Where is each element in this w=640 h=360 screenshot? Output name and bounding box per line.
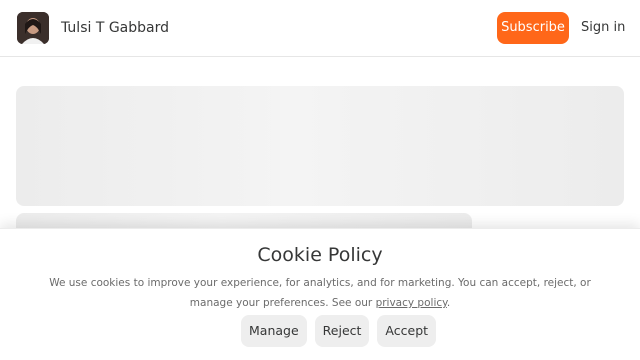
loading-placeholder-hero: [16, 86, 624, 206]
subscribe-button[interactable]: Subscribe: [497, 12, 569, 44]
cookie-banner-title: Cookie Policy: [257, 244, 383, 266]
privacy-policy-link[interactable]: privacy policy: [376, 297, 447, 309]
sign-in-link[interactable]: Sign in: [581, 19, 625, 37]
accept-cookies-button[interactable]: Accept: [377, 315, 437, 347]
cookie-button-row: Manage Reject Accept: [241, 315, 437, 347]
manage-cookies-button[interactable]: Manage: [241, 315, 307, 347]
publication-avatar[interactable]: [17, 12, 49, 44]
avatar-portrait-icon: [17, 12, 49, 44]
cookie-text-main: We use cookies to improve your experienc…: [49, 277, 591, 309]
cookie-text-end: .: [446, 297, 451, 309]
top-navbar: Tulsi T Gabbard Subscribe Sign in: [0, 0, 640, 57]
publication-name[interactable]: Tulsi T Gabbard: [61, 19, 169, 37]
cookie-banner-description: We use cookies to improve your experienc…: [30, 273, 610, 313]
reject-cookies-button[interactable]: Reject: [314, 315, 370, 347]
cookie-consent-banner: Cookie Policy We use cookies to improve …: [0, 228, 640, 360]
